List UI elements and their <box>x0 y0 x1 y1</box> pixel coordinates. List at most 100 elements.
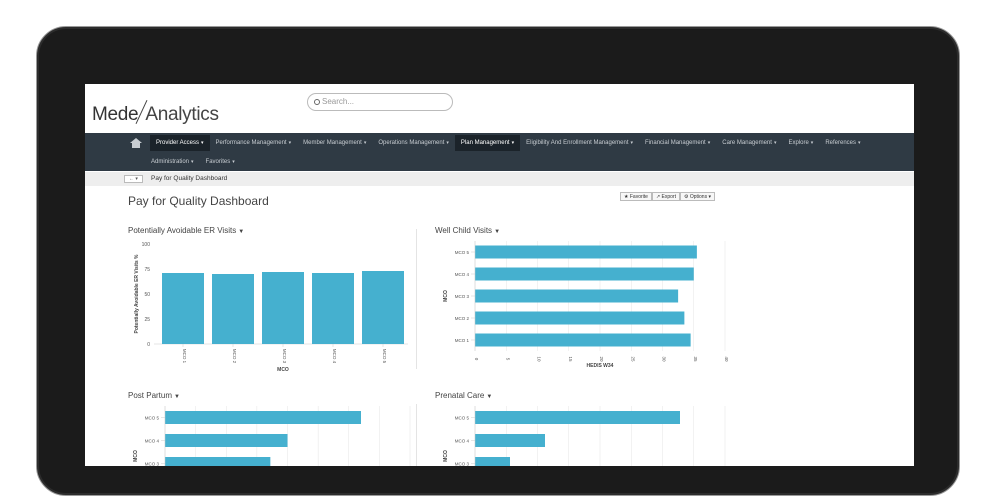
y-tick-label: MCO 4 <box>145 439 160 444</box>
chevron-down-icon: ▾ <box>707 139 711 146</box>
nav-item-label: Performance Management <box>215 139 287 146</box>
nav-item-administration[interactable]: Administration ▾ <box>145 154 200 170</box>
x-tick-label: MCO 5 <box>382 349 387 364</box>
chevron-down-icon: ▾ <box>232 158 235 165</box>
chart-title-prenatal-care[interactable]: Prenatal Care ▼ <box>435 391 492 400</box>
bar <box>475 311 685 325</box>
bar <box>475 245 697 259</box>
x-tick-label: MCO 3 <box>282 349 287 364</box>
bar <box>165 434 288 447</box>
chevron-down-icon: ▾ <box>191 158 194 165</box>
search-input[interactable]: Search... <box>307 93 453 111</box>
nav-item-performance-management[interactable]: Performance Management ▾ <box>210 135 298 151</box>
main-nav: Provider Access ▾ Performance Management ▾ M… <box>85 133 914 171</box>
nav-item-operations-management[interactable]: Operations Management ▾ <box>372 135 455 151</box>
y-tick-label: MCO 2 <box>455 316 470 321</box>
y-tick-label: MCO 4 <box>455 272 470 277</box>
bar <box>475 457 510 466</box>
nav-item-eligibility-and-enrollment-management[interactable]: Eligibility And Enrollment Management ▾ <box>520 135 639 151</box>
nav-item-label: Administration <box>151 158 190 165</box>
breadcrumb-current: Pay for Quality Dashboard <box>151 175 228 182</box>
bar <box>475 333 691 347</box>
chevron-down-icon: ▾ <box>511 139 515 146</box>
x-tick-label: MCO 2 <box>232 349 237 364</box>
nav-item-provider-access[interactable]: Provider Access ▾ <box>150 134 210 151</box>
nav-item-label: Eligibility And Enrollment Management <box>526 139 629 146</box>
x-tick-label: 20 <box>599 356 604 362</box>
logo[interactable]: Mede Analytics <box>92 99 219 126</box>
favorite-button[interactable]: ★ Favorite <box>620 192 652 201</box>
x-axis-label: HEDIS W34 <box>587 363 614 369</box>
page-title: Pay for Quality Dashboard <box>128 194 269 208</box>
chevron-down-icon: ▾ <box>363 139 367 146</box>
nav-item-label: Explore <box>788 139 809 146</box>
x-tick-label: 25 <box>630 356 635 362</box>
logo-text-right: Analytics <box>145 104 219 125</box>
x-tick-label: 15 <box>568 356 573 362</box>
bar <box>165 411 361 424</box>
export-button[interactable]: ↗ Export <box>651 192 680 201</box>
bar <box>312 273 354 344</box>
bar <box>362 271 404 344</box>
search-placeholder: Search... <box>322 97 355 106</box>
home-icon[interactable] <box>130 137 142 148</box>
x-tick-label: 10 <box>537 356 542 362</box>
nav-item-references[interactable]: References ▾ <box>819 135 866 151</box>
y-axis-label: MCO <box>133 450 139 462</box>
chart-prenatal-care: MCO 5 MCO 4 MCO 3 MCO <box>443 406 726 467</box>
y-tick-label: MCO 5 <box>455 250 470 255</box>
y-tick-label: MCO 5 <box>455 416 470 421</box>
x-tick-label: MCO 4 <box>332 349 337 364</box>
nav-item-financial-management[interactable]: Financial Management ▾ <box>639 135 716 151</box>
search-icon <box>314 99 320 105</box>
options-button[interactable]: ⚙ Options ▾ <box>679 192 715 201</box>
y-tick-label: MCO 3 <box>455 462 470 467</box>
chevron-down-icon: ▾ <box>773 139 777 146</box>
page-actions: ★ Favorite ↗ Export ⚙ Options ▾ <box>620 192 715 201</box>
y-tick-label: MCO 4 <box>455 439 470 444</box>
bar <box>475 434 545 447</box>
y-tick-label: MCO 3 <box>455 294 470 299</box>
x-tick-label: 30 <box>662 356 667 362</box>
nav-item-label: Operations Management <box>378 139 445 146</box>
nav-item-explore[interactable]: Explore ▾ <box>782 135 819 151</box>
chart-title-well-child[interactable]: Well Child Visits ▼ <box>435 226 500 235</box>
nav-item-label: Plan Management <box>460 139 510 146</box>
bar <box>162 273 204 344</box>
logo-text-left: Mede <box>92 104 139 125</box>
chevron-down-icon: ▾ <box>810 139 814 146</box>
chevron-down-icon: ▾ <box>858 139 861 146</box>
chevron-down-icon: ▾ <box>288 139 292 146</box>
y-tick-label: MCO 1 <box>455 338 470 343</box>
nav-item-favorites[interactable]: Favorites ▾ <box>200 154 241 170</box>
x-tick-label: 5 <box>505 358 510 361</box>
x-axis-label: MCO <box>277 367 289 373</box>
nav-item-plan-management[interactable]: Plan Management ▾ <box>454 134 521 151</box>
y-tick-label: 50 <box>144 292 150 298</box>
y-tick-label: MCO 3 <box>145 462 160 467</box>
back-button[interactable]: ← ▾ <box>124 175 143 183</box>
nav-item-label: Financial Management <box>645 139 706 146</box>
bar <box>475 411 680 424</box>
screen: Mede Analytics Search... Provider Access ▾… <box>85 84 914 466</box>
y-tick-label: 75 <box>144 267 150 273</box>
bar <box>165 457 271 466</box>
chart-er-visits: 0 25 50 75 100Potentially Avoidable ER Visit… <box>134 242 408 373</box>
nav-row-primary: Provider Access ▾ Performance Management ▾ M… <box>85 133 867 152</box>
y-tick-label: 25 <box>144 317 150 323</box>
chart-title-post-partum[interactable]: Post Partum ▼ <box>128 391 180 400</box>
chevron-down-icon: ▾ <box>446 139 449 146</box>
nav-item-care-management[interactable]: Care Management ▾ <box>716 135 782 151</box>
chevron-down-icon: ▾ <box>201 139 204 146</box>
x-tick-label: 35 <box>693 356 698 362</box>
nav-item-label: Favorites <box>205 158 231 165</box>
breadcrumb: ← ▾ Pay for Quality Dashboard <box>85 172 914 186</box>
nav-item-label: Provider Access <box>156 139 200 146</box>
top-bar: Mede Analytics Search... <box>85 84 914 133</box>
chevron-down-icon: ▾ <box>630 139 634 146</box>
nav-item-label: Care Management <box>722 139 772 146</box>
chart-title-er-visits[interactable]: Potentially Avoidable ER Visits ▼ <box>128 226 244 235</box>
bar <box>212 274 254 344</box>
nav-item-member-management[interactable]: Member Management ▾ <box>297 135 372 151</box>
y-tick-label: 100 <box>142 242 151 248</box>
